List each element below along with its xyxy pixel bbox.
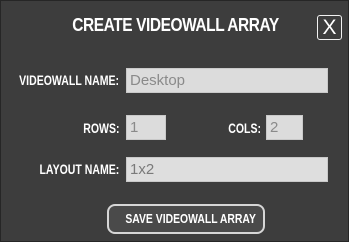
videowall-name-label: VIDEOWALL NAME: — [19, 73, 119, 88]
save-videowall-array-button[interactable]: SAVE VIDEOWALL ARRAY — [107, 204, 265, 234]
close-icon: X — [322, 16, 337, 39]
close-button[interactable]: X — [317, 15, 342, 40]
create-videowall-dialog: CREATE VIDEOWALL ARRAY X VIDEOWALL NAME:… — [0, 0, 349, 242]
layout-name-label: LAYOUT NAME: — [39, 162, 119, 177]
rows-input[interactable] — [126, 115, 166, 140]
rows-label: ROWS: — [82, 121, 119, 136]
cols-input[interactable] — [266, 115, 303, 140]
videowall-name-input[interactable] — [126, 68, 328, 93]
cols-label: COLS: — [228, 121, 261, 136]
layout-name-input[interactable] — [126, 157, 328, 182]
dialog-title: CREATE VIDEOWALL ARRAY — [72, 15, 279, 35]
save-button-label: SAVE VIDEOWALL ARRAY — [125, 211, 256, 226]
